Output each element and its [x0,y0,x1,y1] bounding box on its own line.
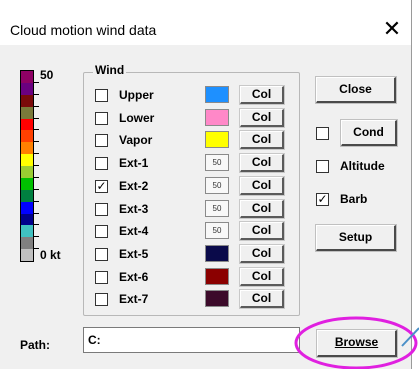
annotation-overlay [294,316,419,369]
highlight-ellipse [294,316,418,369]
